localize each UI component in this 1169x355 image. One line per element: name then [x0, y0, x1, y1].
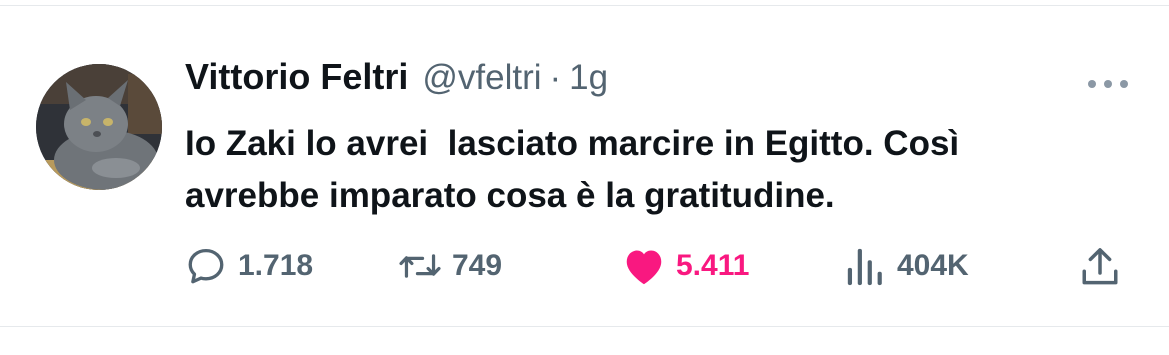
retweet-count: 749 — [452, 249, 503, 282]
share-icon — [1078, 244, 1122, 288]
tweet-timestamp[interactable]: 1g — [569, 58, 608, 98]
cat-avatar-icon — [36, 64, 162, 190]
heart-icon — [622, 244, 666, 288]
tweet-header: Vittorio Feltri @vfeltri · 1g — [185, 56, 608, 104]
bottom-divider — [0, 326, 1169, 327]
like-count: 5.411 — [676, 249, 750, 282]
reply-count: 1.718 — [238, 249, 314, 282]
more-options-button[interactable] — [1084, 70, 1132, 98]
views-button[interactable]: 404K — [843, 238, 969, 294]
tweet-text: Io Zaki lo avrei lasciato marcire in Egi… — [185, 124, 960, 215]
avatar[interactable] — [36, 64, 162, 190]
retweet-button[interactable]: 749 — [398, 238, 502, 294]
retweet-icon — [398, 244, 442, 288]
tweet-card[interactable]: Vittorio Feltri @vfeltri · 1g Io Zaki lo… — [0, 6, 1169, 326]
like-button[interactable]: 5.411 — [622, 238, 749, 294]
views-count: 404K — [897, 249, 969, 282]
views-icon — [843, 244, 887, 288]
reply-button[interactable]: 1.718 — [184, 238, 313, 294]
reply-icon — [184, 244, 228, 288]
tweet-actions: 1.718 749 5.411 404K — [0, 238, 1169, 294]
separator-dot: · — [549, 58, 562, 97]
more-dots-icon — [1088, 80, 1096, 88]
author-handle[interactable]: @vfeltri — [422, 58, 541, 98]
author-name[interactable]: Vittorio Feltri — [185, 56, 408, 98]
share-button[interactable] — [1078, 238, 1122, 294]
